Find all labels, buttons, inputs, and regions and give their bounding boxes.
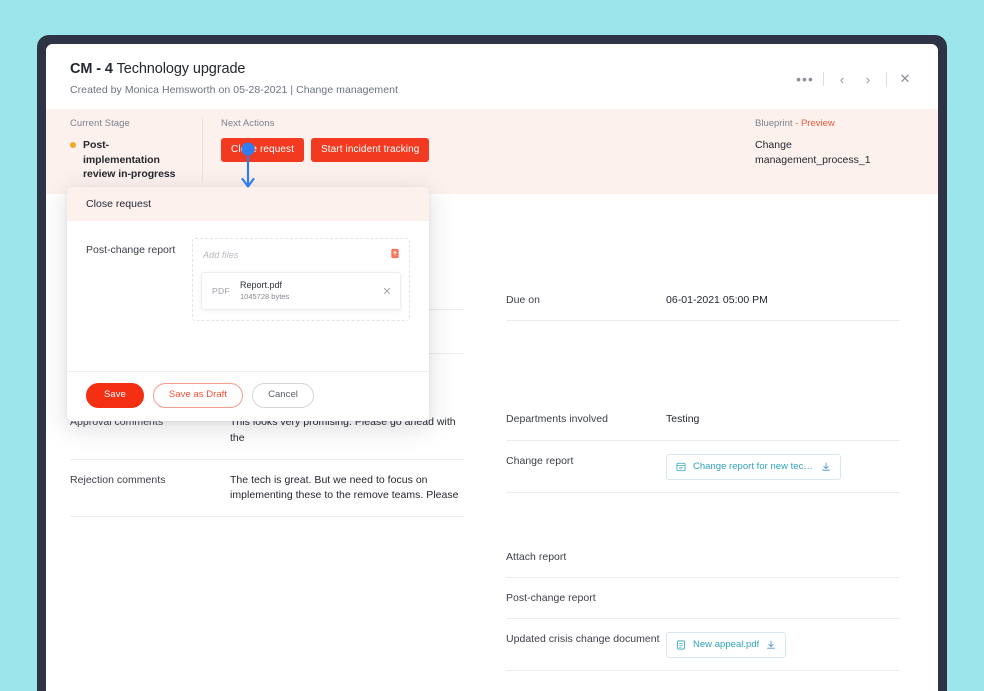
field-value: The tech is great. But we need to focus … xyxy=(230,473,459,502)
field-label: Updated crisis change document xyxy=(506,632,660,645)
field-label: Departments involved xyxy=(506,413,608,426)
stage-status-dot-icon xyxy=(70,142,76,149)
chevron-left-icon: ‹ xyxy=(839,71,845,87)
more-options-button[interactable]: ••• xyxy=(792,68,818,90)
field-value: Change report for new tech... xyxy=(666,454,900,481)
document-icon xyxy=(676,462,686,472)
current-stage-label: Current Stage xyxy=(70,118,130,130)
modal-body: Post-change report Add files PDF Report.… xyxy=(67,221,429,371)
next-actions-section: Next Actions Close request Start inciden… xyxy=(203,118,751,181)
add-files-input[interactable]: Add files xyxy=(193,239,409,272)
blueprint-section: Blueprint - Preview Change management_pr… xyxy=(751,118,916,181)
close-request-button[interactable]: Close request xyxy=(221,138,304,163)
save-as-draft-button[interactable]: Save as Draft xyxy=(152,383,244,409)
upload-icon[interactable] xyxy=(390,246,400,264)
field-row: Post-change report xyxy=(506,578,900,619)
record-code: CM - 4 xyxy=(70,61,113,77)
record-header: CM - 4 Technology upgrade Created by Mon… xyxy=(46,44,938,110)
blueprint-label-row: Blueprint - Preview xyxy=(755,118,916,129)
field-label: Rejection comments xyxy=(70,473,166,486)
current-stage-value: Post-implementation review in-progress xyxy=(70,138,184,181)
more-icon: ••• xyxy=(796,71,814,87)
next-actions-buttons: Close request Start incident tracking xyxy=(221,138,733,163)
file-attachment-chip[interactable]: New appeal.pdf xyxy=(666,631,787,659)
file-type-badge: PDF xyxy=(212,286,230,297)
next-record-button[interactable]: › xyxy=(855,68,881,90)
file-name: Change report for new tech... xyxy=(693,461,814,473)
attached-file-item: PDF Report.pdf 1045728 bytes ✕ xyxy=(201,272,401,311)
field-value: New appeal.pdf xyxy=(666,631,900,659)
record-detail-card: CM - 4 Technology upgrade Created by Mon… xyxy=(46,44,938,691)
download-icon[interactable] xyxy=(766,640,776,650)
blueprint-label: Blueprint xyxy=(755,118,793,130)
modal-footer: Save Save as Draft Cancel xyxy=(67,371,429,421)
stage-bar: Current Stage Post-implementation review… xyxy=(46,109,938,194)
download-icon[interactable] xyxy=(821,462,831,472)
header-toolbar: ••• ‹ › ✕ xyxy=(792,68,918,90)
post-change-report-field: Post-change report Add files PDF Report.… xyxy=(86,238,410,322)
file-name: New appeal.pdf xyxy=(693,638,760,650)
close-icon: ✕ xyxy=(899,71,911,86)
device-frame: CM - 4 Technology upgrade Created by Mon… xyxy=(37,35,947,691)
field-row: Attach report xyxy=(506,537,900,579)
field-label: Attach report xyxy=(506,551,567,564)
page-title: CM - 4 Technology upgrade xyxy=(70,61,916,78)
field-row: Updated crisis change document New appea… xyxy=(506,619,900,672)
blueprint-name: Change management_process_1 xyxy=(755,139,871,166)
current-stage-text: Post-implementation review in-progress xyxy=(83,139,176,180)
previous-record-button[interactable]: ‹ xyxy=(829,68,855,90)
close-request-modal: Close request Post-change report Add fil… xyxy=(67,187,429,422)
modal-field-label: Post-change report xyxy=(86,244,176,256)
save-button[interactable]: Save xyxy=(86,383,144,409)
record-name: Technology upgrade xyxy=(116,61,246,77)
field-label: Post-change report xyxy=(506,592,596,605)
right-field-column: Due on 06-01-2021 05:00 PM Departments i… xyxy=(506,226,900,672)
cancel-button[interactable]: Cancel xyxy=(252,383,314,409)
blueprint-preview-link[interactable]: - Preview xyxy=(795,118,835,129)
start-incident-tracking-button[interactable]: Start incident tracking xyxy=(311,138,430,163)
file-attachment-chip[interactable]: Change report for new tech... xyxy=(666,454,841,481)
field-label: Change report xyxy=(506,455,574,468)
remove-file-button[interactable]: ✕ xyxy=(374,273,400,309)
field-row: Due on 06-01-2021 05:00 PM xyxy=(506,280,900,322)
attached-file-size: 1045728 bytes xyxy=(240,292,290,302)
file-meta: Report.pdf 1045728 bytes xyxy=(240,273,374,309)
toolbar-divider xyxy=(823,72,824,86)
chevron-right-icon: › xyxy=(865,71,871,87)
field-row: Change report Change report for new tech… xyxy=(506,441,900,494)
toolbar-divider-2 xyxy=(886,72,887,86)
field-label: Due on xyxy=(506,293,540,306)
add-files-placeholder: Add files xyxy=(203,250,239,260)
field-row: Rejection comments The tech is great. Bu… xyxy=(70,460,464,518)
record-subtitle: Created by Monica Hemsworth on 05-28-202… xyxy=(70,84,398,97)
field-value: 06-01-2021 05:00 PM xyxy=(666,293,768,306)
document-icon xyxy=(676,640,686,650)
field-value: Testing xyxy=(666,413,700,426)
attached-file-name: Report.pdf xyxy=(240,280,283,290)
close-record-button[interactable]: ✕ xyxy=(892,68,918,90)
field-row: Departments involved Testing xyxy=(506,399,900,442)
file-dropzone[interactable]: Add files PDF Report.pdf 1045728 bytes ✕ xyxy=(192,238,410,322)
next-actions-label: Next Actions xyxy=(221,118,275,130)
modal-title: Close request xyxy=(67,187,429,221)
current-stage-section: Current Stage Post-implementation review… xyxy=(70,118,203,181)
